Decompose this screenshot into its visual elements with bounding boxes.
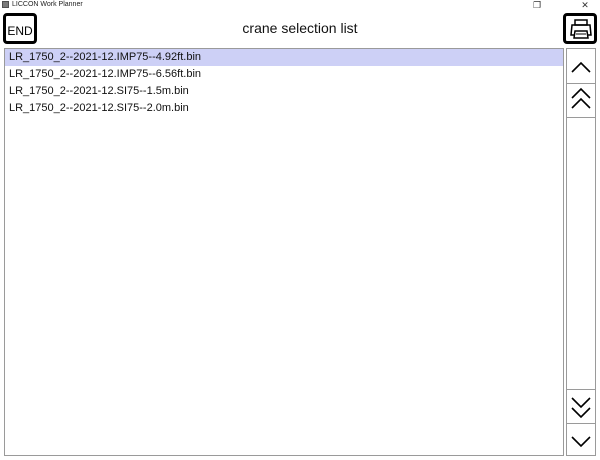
page-title: crane selection list xyxy=(242,20,358,36)
crane-list[interactable]: LR_1750_2--2021-12.IMP75--4.92ft.bin LR_… xyxy=(4,48,564,456)
title-bar: LICCON Work Planner ❐ ✕ xyxy=(0,0,600,10)
chevron-down-icon xyxy=(571,436,591,448)
scroll-down-button[interactable] xyxy=(567,425,595,457)
list-item[interactable]: LR_1750_2--2021-12.SI75--2.0m.bin xyxy=(5,100,563,117)
restore-button[interactable]: ❐ xyxy=(526,0,548,10)
page-up-button[interactable] xyxy=(567,83,595,115)
chevron-up-icon xyxy=(571,61,591,73)
window-title: LICCON Work Planner xyxy=(12,1,83,8)
app-icon xyxy=(2,1,9,8)
scroll-divider xyxy=(567,389,595,390)
scroll-up-button[interactable] xyxy=(567,51,595,83)
list-item[interactable]: LR_1750_2--2021-12.IMP75--4.92ft.bin xyxy=(5,49,563,66)
page-down-button[interactable] xyxy=(567,391,595,423)
print-button[interactable] xyxy=(563,13,597,44)
double-chevron-up-icon xyxy=(571,87,591,109)
printer-icon xyxy=(570,19,592,39)
list-item[interactable]: LR_1750_2--2021-12.SI75--1.5m.bin xyxy=(5,83,563,100)
list-item[interactable]: LR_1750_2--2021-12.IMP75--6.56ft.bin xyxy=(5,66,563,83)
scroll-column xyxy=(566,48,596,456)
double-chevron-down-icon xyxy=(571,397,591,419)
scroll-divider xyxy=(567,423,595,424)
scroll-divider xyxy=(567,117,595,118)
close-button[interactable]: ✕ xyxy=(574,0,596,10)
